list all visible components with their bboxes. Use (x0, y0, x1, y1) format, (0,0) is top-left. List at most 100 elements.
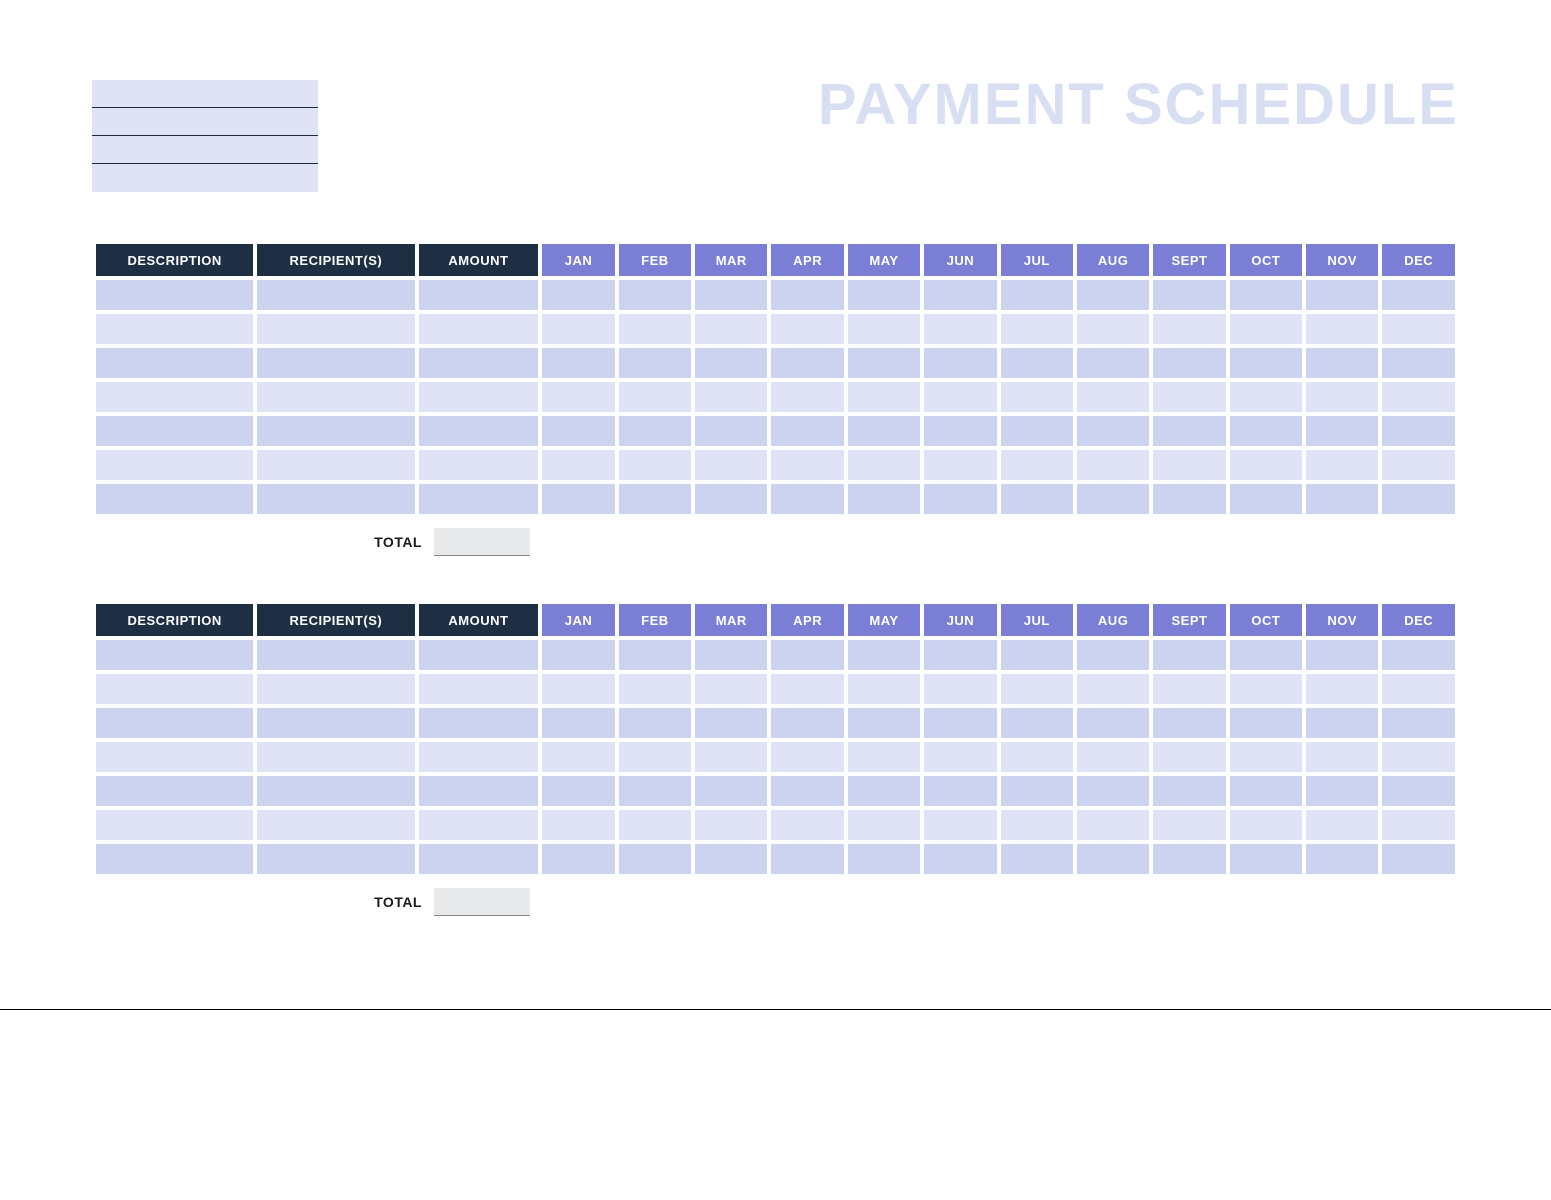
table-cell[interactable] (1153, 382, 1225, 412)
table-cell[interactable] (257, 742, 414, 772)
table-cell[interactable] (1001, 382, 1073, 412)
table-cell[interactable] (96, 742, 253, 772)
table-cell[interactable] (1153, 484, 1225, 514)
table-cell[interactable] (257, 640, 414, 670)
table-cell[interactable] (1230, 810, 1302, 840)
table-cell[interactable] (695, 382, 767, 412)
table-cell[interactable] (924, 674, 996, 704)
table-cell[interactable] (1153, 416, 1225, 446)
table-cell[interactable] (1077, 314, 1149, 344)
table-cell[interactable] (419, 382, 539, 412)
table-cell[interactable] (1230, 742, 1302, 772)
table-cell[interactable] (1153, 674, 1225, 704)
table-cell[interactable] (619, 776, 691, 806)
table-cell[interactable] (542, 450, 614, 480)
table-cell[interactable] (1153, 742, 1225, 772)
table-cell[interactable] (1382, 416, 1455, 446)
table-cell[interactable] (542, 280, 614, 310)
company-info-line[interactable] (92, 80, 318, 108)
table-cell[interactable] (542, 484, 614, 514)
table-cell[interactable] (1306, 348, 1378, 378)
table-cell[interactable] (1230, 314, 1302, 344)
total-value-box[interactable] (434, 888, 530, 916)
table-cell[interactable] (419, 348, 539, 378)
table-cell[interactable] (419, 674, 539, 704)
table-cell[interactable] (542, 314, 614, 344)
table-cell[interactable] (848, 450, 920, 480)
table-cell[interactable] (1230, 382, 1302, 412)
table-cell[interactable] (771, 640, 843, 670)
table-cell[interactable] (542, 348, 614, 378)
table-cell[interactable] (848, 844, 920, 874)
table-cell[interactable] (771, 416, 843, 446)
table-cell[interactable] (1306, 484, 1378, 514)
table-cell[interactable] (1077, 742, 1149, 772)
table-cell[interactable] (848, 416, 920, 446)
table-cell[interactable] (848, 348, 920, 378)
table-cell[interactable] (695, 280, 767, 310)
table-cell[interactable] (924, 450, 996, 480)
table-cell[interactable] (848, 674, 920, 704)
table-cell[interactable] (619, 742, 691, 772)
table-cell[interactable] (1306, 450, 1378, 480)
table-cell[interactable] (1230, 484, 1302, 514)
table-cell[interactable] (257, 450, 414, 480)
table-cell[interactable] (1077, 450, 1149, 480)
table-cell[interactable] (619, 280, 691, 310)
table-cell[interactable] (542, 810, 614, 840)
table-cell[interactable] (542, 844, 614, 874)
table-cell[interactable] (542, 382, 614, 412)
table-cell[interactable] (695, 416, 767, 446)
table-cell[interactable] (1077, 416, 1149, 446)
table-cell[interactable] (96, 280, 253, 310)
table-cell[interactable] (257, 348, 414, 378)
table-cell[interactable] (695, 742, 767, 772)
table-cell[interactable] (619, 348, 691, 378)
company-info-line[interactable] (92, 136, 318, 164)
table-cell[interactable] (96, 416, 253, 446)
table-cell[interactable] (1153, 708, 1225, 738)
table-cell[interactable] (1230, 776, 1302, 806)
table-cell[interactable] (695, 776, 767, 806)
table-cell[interactable] (1230, 280, 1302, 310)
table-cell[interactable] (419, 708, 539, 738)
table-cell[interactable] (1153, 280, 1225, 310)
table-cell[interactable] (96, 776, 253, 806)
table-cell[interactable] (771, 484, 843, 514)
table-cell[interactable] (1230, 416, 1302, 446)
company-info-line[interactable] (92, 164, 318, 192)
table-cell[interactable] (1001, 450, 1073, 480)
table-cell[interactable] (619, 314, 691, 344)
table-cell[interactable] (1382, 776, 1455, 806)
table-cell[interactable] (1306, 280, 1378, 310)
table-cell[interactable] (848, 280, 920, 310)
table-cell[interactable] (542, 640, 614, 670)
table-cell[interactable] (1306, 314, 1378, 344)
table-cell[interactable] (695, 844, 767, 874)
table-cell[interactable] (1153, 776, 1225, 806)
table-cell[interactable] (1001, 776, 1073, 806)
table-cell[interactable] (1382, 450, 1455, 480)
table-cell[interactable] (1001, 416, 1073, 446)
table-cell[interactable] (695, 450, 767, 480)
table-cell[interactable] (257, 314, 414, 344)
table-cell[interactable] (924, 844, 996, 874)
table-cell[interactable] (1230, 640, 1302, 670)
table-cell[interactable] (1382, 708, 1455, 738)
table-cell[interactable] (419, 450, 539, 480)
table-cell[interactable] (619, 810, 691, 840)
table-cell[interactable] (1153, 348, 1225, 378)
table-cell[interactable] (1382, 382, 1455, 412)
table-cell[interactable] (695, 640, 767, 670)
table-cell[interactable] (771, 280, 843, 310)
table-cell[interactable] (419, 776, 539, 806)
table-cell[interactable] (419, 416, 539, 446)
table-cell[interactable] (96, 708, 253, 738)
table-cell[interactable] (419, 280, 539, 310)
table-cell[interactable] (1230, 348, 1302, 378)
table-cell[interactable] (1001, 314, 1073, 344)
table-cell[interactable] (695, 674, 767, 704)
table-cell[interactable] (848, 776, 920, 806)
table-cell[interactable] (257, 674, 414, 704)
company-info-line[interactable] (92, 108, 318, 136)
